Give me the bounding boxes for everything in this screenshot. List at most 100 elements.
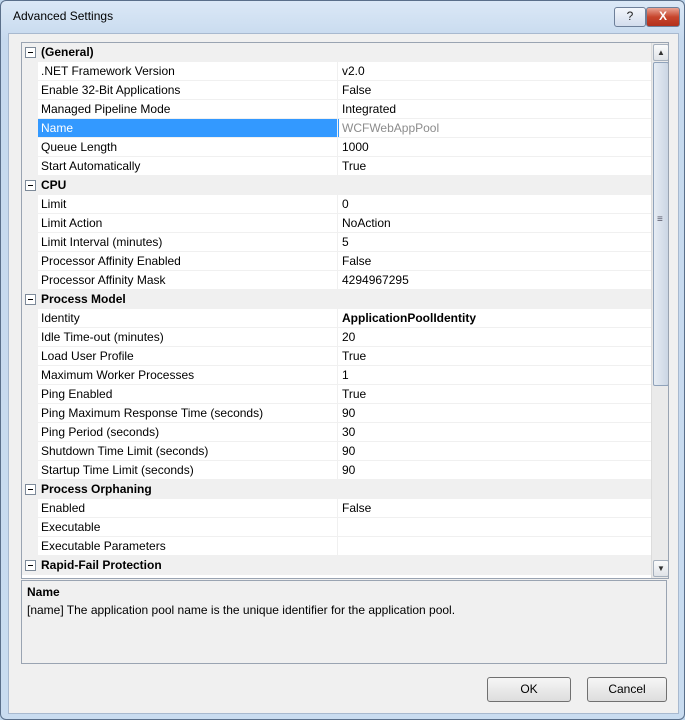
property-row[interactable]: Enabled False <box>22 499 653 518</box>
property-label[interactable]: Name <box>38 119 339 138</box>
property-label[interactable]: Start Automatically <box>38 157 339 176</box>
property-value[interactable]: True <box>337 385 653 404</box>
scroll-down-button[interactable]: ▼ <box>653 560 668 577</box>
property-value[interactable]: v2.0 <box>337 62 653 81</box>
category-row[interactable]: (General) <box>22 43 651 62</box>
category-row[interactable]: Process Orphaning <box>22 480 651 499</box>
property-value[interactable]: 90 <box>337 461 653 480</box>
description-title: Name <box>27 585 60 599</box>
property-label[interactable]: Ping Maximum Response Time (seconds) <box>38 404 339 423</box>
property-row[interactable]: Queue Length 1000 <box>22 138 653 157</box>
property-value[interactable]: ApplicationPoolIdentity <box>337 309 653 328</box>
scroll-thumb[interactable]: ≡ <box>653 62 668 386</box>
property-row[interactable]: Limit Action NoAction <box>22 214 653 233</box>
property-row[interactable]: Maximum Worker Processes 1 <box>22 366 653 385</box>
title-bar[interactable]: Advanced Settings ? X <box>1 1 684 33</box>
property-label[interactable]: Enabled <box>38 499 339 518</box>
property-label[interactable]: Queue Length <box>38 138 339 157</box>
advanced-settings-dialog: Advanced Settings ? X (General) .NET Fram… <box>0 0 685 720</box>
property-grid-rows: (General) .NET Framework Version v2.0 Enabl… <box>22 43 653 575</box>
property-value[interactable]: NoAction <box>337 214 653 233</box>
property-label[interactable]: Managed Pipeline Mode <box>38 100 339 119</box>
property-value[interactable]: False <box>337 81 653 100</box>
property-label[interactable]: Limit Interval (minutes) <box>38 233 339 252</box>
property-value[interactable] <box>337 537 653 556</box>
property-label[interactable]: Shutdown Time Limit (seconds) <box>38 442 339 461</box>
cancel-button[interactable]: Cancel <box>587 677 667 702</box>
property-value[interactable]: 0 <box>337 195 653 214</box>
property-label[interactable]: Enable 32-Bit Applications <box>38 81 339 100</box>
property-row[interactable]: Identity ApplicationPoolIdentity <box>22 309 653 328</box>
property-label[interactable]: Executable <box>38 518 339 537</box>
collapse-icon[interactable] <box>25 47 36 58</box>
property-value[interactable]: 90 <box>337 404 653 423</box>
property-row[interactable]: Load User Profile True <box>22 347 653 366</box>
property-value[interactable]: 1000 <box>337 138 653 157</box>
collapse-icon[interactable] <box>25 484 36 495</box>
property-label[interactable]: Maximum Worker Processes <box>38 366 339 385</box>
property-value[interactable]: False <box>337 252 653 271</box>
property-row[interactable]: .NET Framework Version v2.0 <box>22 62 653 81</box>
description-text: [name] The application pool name is the … <box>27 603 456 617</box>
property-row[interactable]: Processor Affinity Enabled False <box>22 252 653 271</box>
property-row[interactable]: Ping Maximum Response Time (seconds) 90 <box>22 404 653 423</box>
row-margin <box>22 404 38 423</box>
property-row[interactable]: Limit 0 <box>22 195 653 214</box>
property-row[interactable]: Idle Time-out (minutes) 20 <box>22 328 653 347</box>
property-label[interactable]: Load User Profile <box>38 347 339 366</box>
property-value[interactable] <box>337 518 653 537</box>
property-grid: (General) .NET Framework Version v2.0 Enabl… <box>21 42 669 579</box>
collapse-icon[interactable] <box>25 180 36 191</box>
property-row[interactable]: Shutdown Time Limit (seconds) 90 <box>22 442 653 461</box>
property-value[interactable]: 1 <box>337 366 653 385</box>
property-row[interactable]: Limit Interval (minutes) 5 <box>22 233 653 252</box>
property-label[interactable]: Ping Enabled <box>38 385 339 404</box>
property-label[interactable]: Limit Action <box>38 214 339 233</box>
property-value[interactable]: True <box>337 347 653 366</box>
property-label[interactable]: Startup Time Limit (seconds) <box>38 461 339 480</box>
property-label[interactable]: Processor Affinity Mask <box>38 271 339 290</box>
close-button[interactable]: X <box>646 7 680 27</box>
property-label[interactable]: .NET Framework Version <box>38 62 339 81</box>
row-margin <box>22 328 38 347</box>
scroll-up-button[interactable]: ▲ <box>653 44 668 61</box>
property-value[interactable]: 20 <box>337 328 653 347</box>
vertical-scrollbar[interactable]: ▲ ≡ ▼ <box>651 43 668 578</box>
property-row[interactable]: Processor Affinity Mask 4294967295 <box>22 271 653 290</box>
property-row[interactable]: Executable Parameters <box>22 537 653 556</box>
property-value[interactable]: 90 <box>337 442 653 461</box>
property-row[interactable]: Start Automatically True <box>22 157 653 176</box>
property-label[interactable]: Ping Period (seconds) <box>38 423 339 442</box>
property-label[interactable]: Idle Time-out (minutes) <box>38 328 339 347</box>
row-margin <box>22 271 38 290</box>
property-row[interactable]: Enable 32-Bit Applications False <box>22 81 653 100</box>
property-row[interactable]: Ping Period (seconds) 30 <box>22 423 653 442</box>
row-margin <box>22 366 38 385</box>
collapse-icon[interactable] <box>25 560 36 571</box>
property-value[interactable]: True <box>337 157 653 176</box>
category-row[interactable]: Rapid-Fail Protection <box>22 556 651 575</box>
row-margin <box>22 62 38 81</box>
collapse-icon[interactable] <box>25 294 36 305</box>
property-value[interactable]: 4294967295 <box>337 271 653 290</box>
row-margin <box>22 461 38 480</box>
category-row[interactable]: Process Model <box>22 290 651 309</box>
property-row[interactable]: Ping Enabled True <box>22 385 653 404</box>
property-row[interactable]: Managed Pipeline Mode Integrated <box>22 100 653 119</box>
ok-button[interactable]: OK <box>487 677 571 702</box>
row-margin <box>22 518 38 537</box>
property-label[interactable]: Processor Affinity Enabled <box>38 252 339 271</box>
property-row[interactable]: Startup Time Limit (seconds) 90 <box>22 461 653 480</box>
property-row[interactable]: Name WCFWebAppPool <box>22 119 653 138</box>
property-value[interactable]: Integrated <box>337 100 653 119</box>
property-value[interactable]: False <box>337 499 653 518</box>
category-row[interactable]: CPU <box>22 176 651 195</box>
property-label[interactable]: Executable Parameters <box>38 537 339 556</box>
help-button[interactable]: ? <box>614 7 646 27</box>
property-row[interactable]: Executable <box>22 518 653 537</box>
property-label[interactable]: Identity <box>38 309 339 328</box>
property-value[interactable]: 5 <box>337 233 653 252</box>
property-value[interactable]: 30 <box>337 423 653 442</box>
property-value[interactable]: WCFWebAppPool <box>337 119 653 138</box>
property-label[interactable]: Limit <box>38 195 339 214</box>
